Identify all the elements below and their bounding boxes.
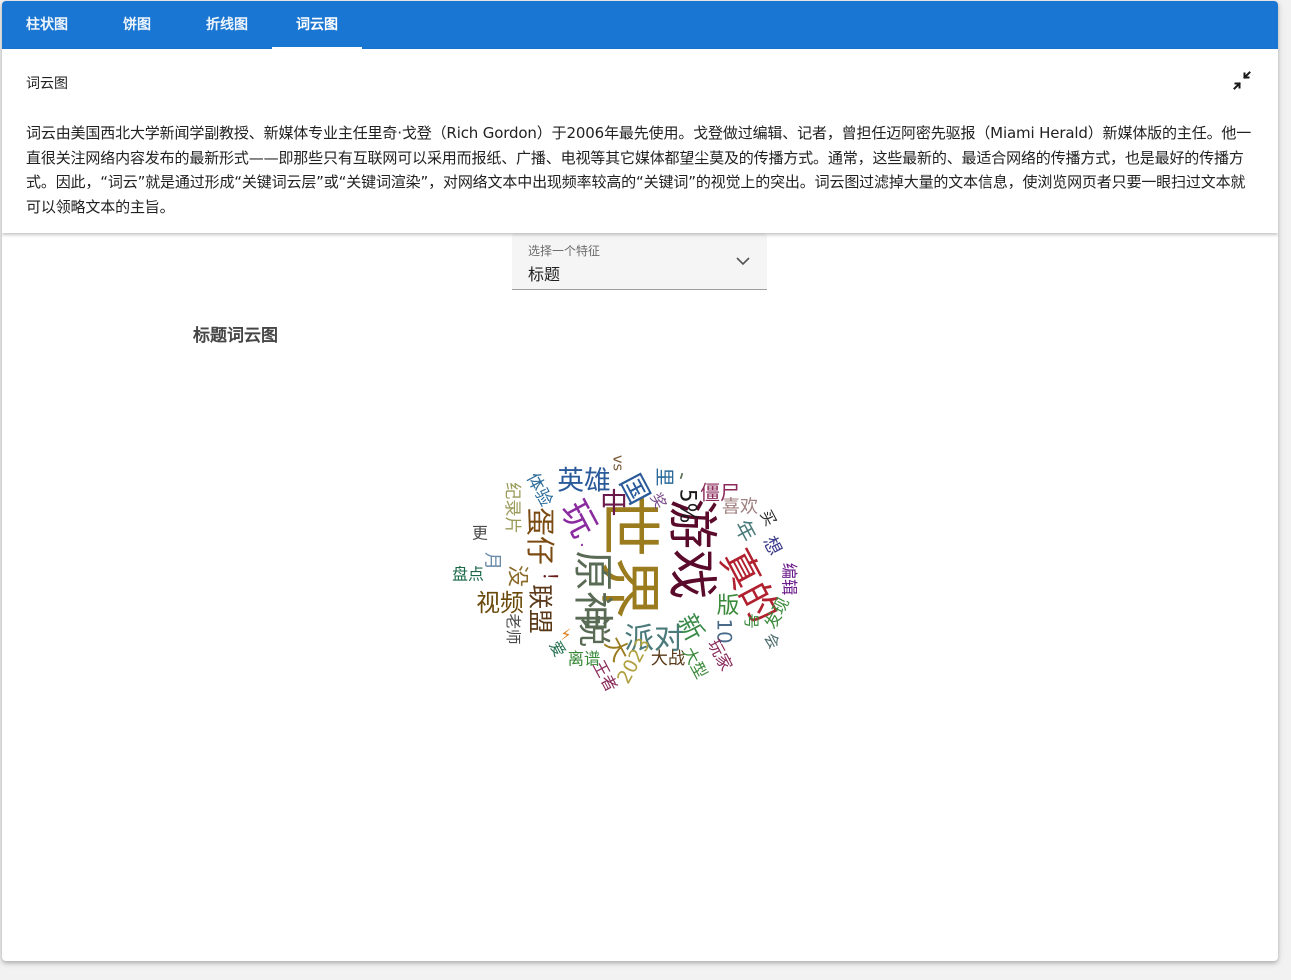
word-cloud-word: 里 [653, 467, 675, 486]
word-cloud-word: 年 [729, 516, 760, 546]
word-cloud-word: 会 [761, 630, 784, 652]
word-cloud-word: 想 [758, 533, 785, 559]
word-cloud-word: 月 [482, 552, 503, 570]
word-cloud-word: 买 [756, 507, 779, 529]
tab-bar-chart[interactable]: 柱状图 [2, 1, 92, 49]
description-title: 词云图 [26, 76, 68, 92]
chart-type-tabbar: 柱状图 饼图 折线图 词云图 [2, 1, 1278, 49]
word-cloud-word: 纪录片 [502, 482, 522, 534]
word-cloud-word: 蛋仔 [523, 507, 557, 565]
app-card: 柱状图 饼图 折线图 词云图 词云图 词云由美国西北大学新闻学副教授、新媒体专业… [2, 1, 1278, 961]
feature-select-value: 标题 [528, 265, 561, 284]
word-cloud-word: 5% [675, 489, 700, 524]
word-cloud-word: 版 [717, 593, 740, 619]
word-cloud-word: 更 [472, 524, 488, 543]
word-cloud-word: vs [610, 455, 627, 471]
description-text: 词云由美国西北大学新闻学副教授、新媒体专业主任里奇·戈登（Rich Gordon… [26, 124, 1252, 216]
chart-title: 标题词云图 [193, 326, 278, 346]
word-cloud-word: · [579, 536, 584, 556]
word-cloud-word: 英雄 [557, 466, 611, 497]
word-cloud-word: 号 [742, 613, 760, 629]
tab-line-chart[interactable]: 折线图 [182, 1, 272, 49]
feature-select[interactable]: 选择一个特征 标题 [512, 233, 767, 290]
chevron-down-icon [735, 253, 751, 269]
word-cloud-word: 喜欢 [722, 497, 758, 518]
word-cloud-word: 联盟 [526, 584, 555, 634]
word-cloud-word: 盘点 [452, 565, 484, 584]
description-panel: 词云图 词云由美国西北大学新闻学副教授、新媒体专业主任里奇·戈登（Rich Go… [2, 49, 1278, 233]
word-cloud-word: 老师 [504, 613, 522, 644]
word-cloud-word: 没 [505, 565, 530, 587]
feature-select-label: 选择一个特征 [528, 244, 601, 258]
word-cloud-word: ！ [539, 571, 561, 590]
word-cloud-word: 编辑 [780, 563, 799, 596]
word-cloud-word: 体验 [522, 470, 556, 510]
collapse-icon[interactable] [1230, 69, 1254, 93]
tab-pie-chart[interactable]: 饼图 [92, 1, 182, 49]
word-cloud-word: ⚡ [561, 626, 572, 644]
tab-word-cloud[interactable]: 词云图 [272, 1, 362, 49]
